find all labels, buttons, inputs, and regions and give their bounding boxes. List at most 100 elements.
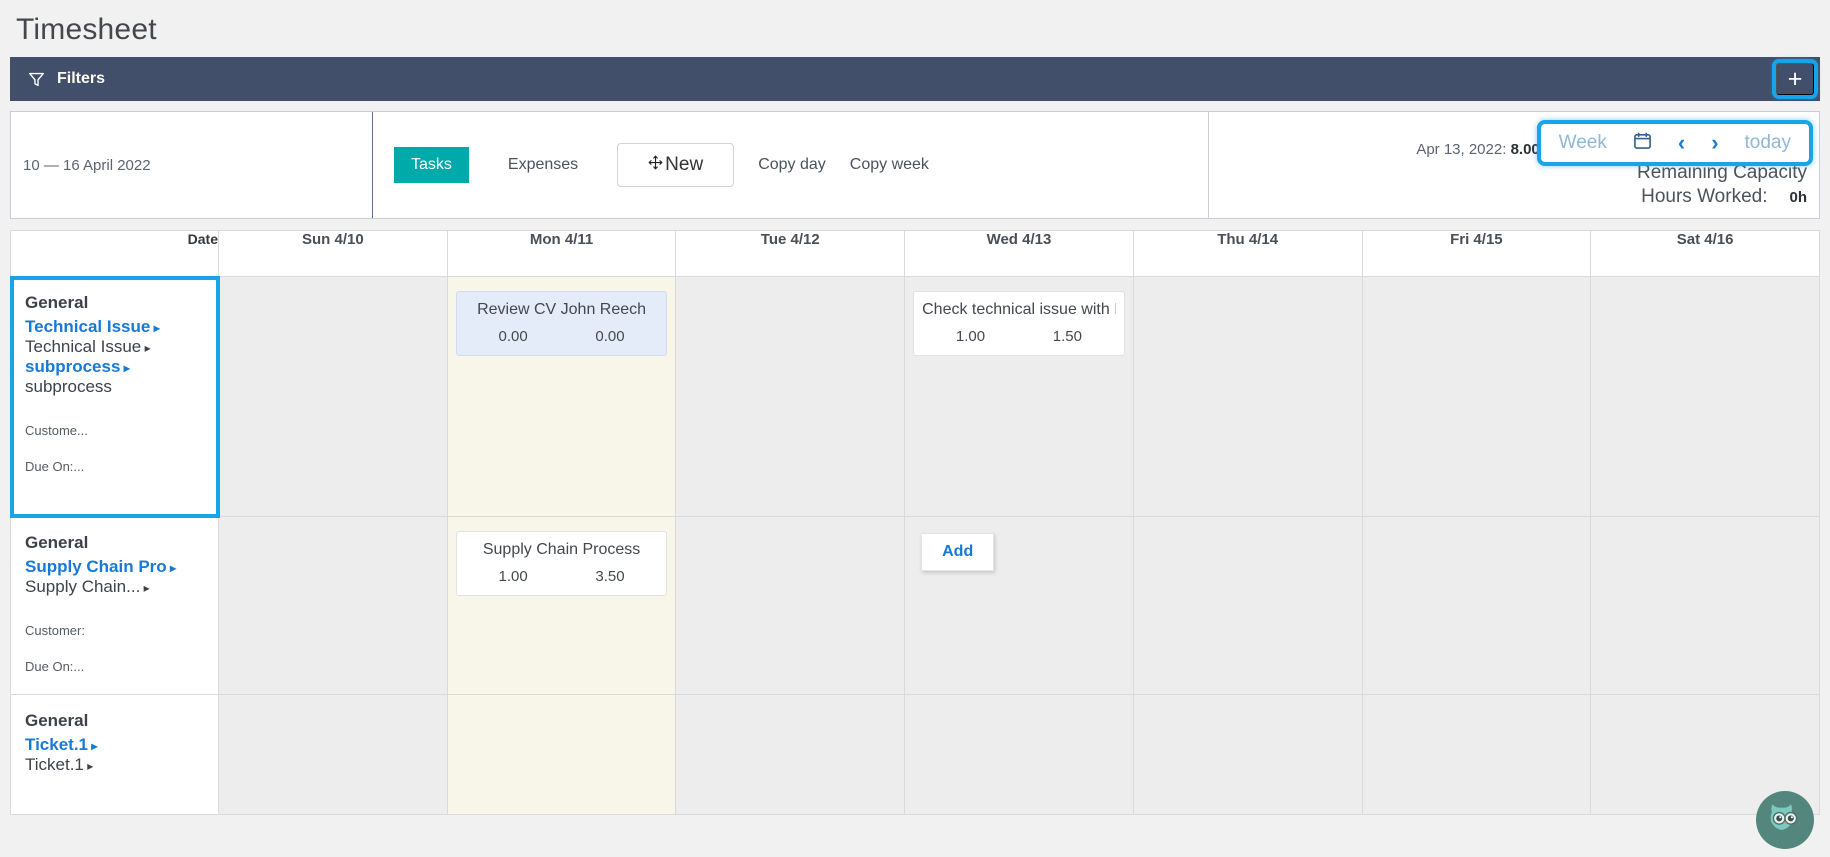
week-view-button[interactable]: Week	[1546, 128, 1620, 158]
task-name: Technical Issue ▸	[25, 337, 151, 356]
next-week-button[interactable]: ›	[1698, 126, 1731, 160]
day-cell-wed[interactable]: Check technical issue with IT 1.00 1.50	[904, 276, 1134, 517]
task-name: Ticket.1 ▸	[25, 755, 94, 774]
time-entry-value-2: 3.50	[595, 568, 625, 585]
summary-day-date: Apr 13, 2022:	[1416, 141, 1507, 158]
day-cell-tue[interactable]	[675, 694, 906, 815]
move-icon	[648, 154, 663, 176]
filters-label: Filters	[57, 70, 106, 87]
today-button[interactable]: today	[1732, 128, 1804, 158]
task-group-label: General	[25, 711, 89, 730]
day-cell-thu[interactable]	[1132, 516, 1363, 695]
timesheet-grid-wrapper: Date Sun 4/10 Mon 4/11 Tue 4/12 Wed 4/13…	[9, 230, 1820, 815]
day-cell-mon[interactable]: Review CV John Reech 0.00 0.00	[446, 276, 677, 517]
time-entry-value-1: 1.00	[498, 568, 528, 585]
new-button-label: New	[665, 154, 704, 175]
add-entry-button[interactable]: Add	[921, 533, 995, 571]
day-header-sat[interactable]: Sat 4/16	[1590, 230, 1820, 277]
chevron-right-icon: ▸	[83, 759, 94, 773]
hours-worked-value: 0h	[1789, 189, 1807, 206]
task-info-cell[interactable]: General Ticket.1 ▸ Ticket.1 ▸	[10, 694, 219, 815]
day-cell-mon[interactable]: Supply Chain Process 1.00 3.50	[446, 516, 677, 695]
grid-body: General Technical Issue ▸ Technical Issue …	[9, 275, 1820, 815]
customer-label: Custome...	[25, 423, 88, 438]
time-entry-title: Review CV John Reech	[477, 301, 647, 318]
task-info-cell[interactable]: General Supply Chain Pro ▸ Supply Chain...…	[10, 516, 219, 695]
tab-expenses[interactable]: Expenses	[491, 147, 595, 183]
day-cell-mon[interactable]	[446, 694, 677, 815]
day-cell-sun[interactable]	[218, 516, 448, 695]
table-row: General Supply Chain Pro ▸ Supply Chain...…	[10, 516, 1820, 695]
toolbar-actions: Tasks Expenses New Copy day Copy week	[373, 112, 1209, 218]
due-on-label: Due On:...	[25, 659, 85, 674]
day-cell-wed[interactable]: Add	[904, 516, 1134, 695]
filters-bar[interactable]: Filters +	[10, 57, 1820, 101]
task-info: General Supply Chain Pro ▸ Supply Chain...…	[11, 517, 218, 684]
week-navigation: Week ‹ › today	[1536, 120, 1814, 166]
chevron-right-icon: ▸	[166, 561, 177, 575]
task-name: Supply Chain... ▸	[25, 577, 150, 596]
subprocess-name: subprocess	[25, 377, 112, 396]
time-entry-title: Check technical issue with IT	[922, 301, 1116, 318]
task-group-label: General	[25, 293, 89, 312]
date-column-header: Date	[10, 230, 219, 277]
day-header-wed[interactable]: Wed 4/13	[904, 230, 1134, 277]
hours-worked-label: Hours Worked:	[1641, 186, 1768, 207]
chevron-right-icon: ▸	[150, 321, 160, 335]
date-range: 10 — 16 April 2022	[11, 112, 373, 218]
copy-day-button[interactable]: Copy day	[758, 156, 826, 174]
remaining-capacity-label: Remaining Capacity	[1636, 162, 1807, 183]
day-header-thu[interactable]: Thu 4/14	[1132, 230, 1363, 277]
day-cell-thu[interactable]	[1132, 276, 1363, 517]
hours-worked-line: Hours Worked: 0h	[1641, 186, 1807, 208]
chevron-right-icon: ▸	[140, 581, 150, 595]
task-info: General Technical Issue ▸ Technical Issue …	[11, 277, 218, 484]
owl-mascot-icon[interactable]	[1756, 791, 1814, 849]
chevron-right-icon: ▸	[120, 361, 130, 375]
time-entry-value-2: 1.50	[1052, 328, 1082, 345]
calendar-icon[interactable]	[1620, 127, 1665, 160]
day-cell-fri[interactable]	[1361, 694, 1592, 815]
task-link[interactable]: Ticket.1 ▸	[25, 735, 204, 755]
time-entry-value-2: 0.00	[595, 328, 625, 345]
due-on-label: Due On:...	[25, 459, 85, 474]
chevron-right-icon: ▸	[88, 739, 98, 753]
day-cell-fri[interactable]	[1361, 516, 1592, 695]
day-header-sun[interactable]: Sun 4/10	[218, 230, 448, 277]
task-info: General Ticket.1 ▸ Ticket.1 ▸	[11, 695, 218, 785]
tab-tasks[interactable]: Tasks	[394, 147, 469, 183]
day-header-mon[interactable]: Mon 4/11	[446, 230, 677, 277]
task-info-cell[interactable]: General Technical Issue ▸ Technical Issue …	[9, 275, 220, 518]
day-cell-fri[interactable]	[1361, 276, 1592, 517]
day-header-fri[interactable]: Fri 4/15	[1361, 230, 1592, 277]
day-cell-sun[interactable]	[218, 694, 448, 815]
time-entry-card[interactable]: Supply Chain Process 1.00 3.50	[455, 531, 668, 596]
time-entry-value-1: 1.00	[955, 328, 986, 345]
table-row: General Technical Issue ▸ Technical Issue …	[9, 275, 1820, 518]
day-cell-sun[interactable]	[218, 276, 448, 517]
new-button[interactable]: New	[617, 143, 735, 187]
prev-week-button[interactable]: ‹	[1665, 126, 1698, 160]
day-cell-wed[interactable]	[904, 694, 1134, 815]
task-link[interactable]: Technical Issue ▸	[25, 317, 204, 337]
time-entry-card[interactable]: Check technical issue with IT 1.00 1.50	[913, 291, 1125, 356]
day-cell-thu[interactable]	[1132, 694, 1363, 815]
day-cell-sat[interactable]	[1590, 516, 1820, 695]
task-link[interactable]: Supply Chain Pro ▸	[25, 557, 204, 577]
timesheet-grid: Date Sun 4/10 Mon 4/11 Tue 4/12 Wed 4/13…	[9, 230, 1820, 815]
task-group-label: General	[25, 533, 89, 552]
day-header-tue[interactable]: Tue 4/12	[675, 230, 906, 277]
copy-week-button[interactable]: Copy week	[850, 156, 929, 174]
day-cell-tue[interactable]	[675, 276, 906, 517]
timesheet-toolbar: 10 — 16 April 2022 Tasks Expenses New Co…	[10, 111, 1820, 219]
day-cell-tue[interactable]	[675, 516, 906, 695]
table-row: General Ticket.1 ▸ Ticket.1 ▸	[10, 694, 1820, 815]
add-filter-button[interactable]: +	[1772, 59, 1818, 99]
grid-header-row: Date Sun 4/10 Mon 4/11 Tue 4/12 Wed 4/13…	[10, 230, 1820, 277]
subprocess-link[interactable]: subprocess ▸	[25, 357, 204, 377]
page-title: Timesheet	[16, 13, 157, 46]
day-cell-sat[interactable]	[1590, 276, 1820, 517]
time-entry-title: Supply Chain Process	[482, 541, 641, 558]
funnel-icon	[28, 71, 45, 88]
time-entry-card[interactable]: Review CV John Reech 0.00 0.00	[455, 291, 668, 356]
